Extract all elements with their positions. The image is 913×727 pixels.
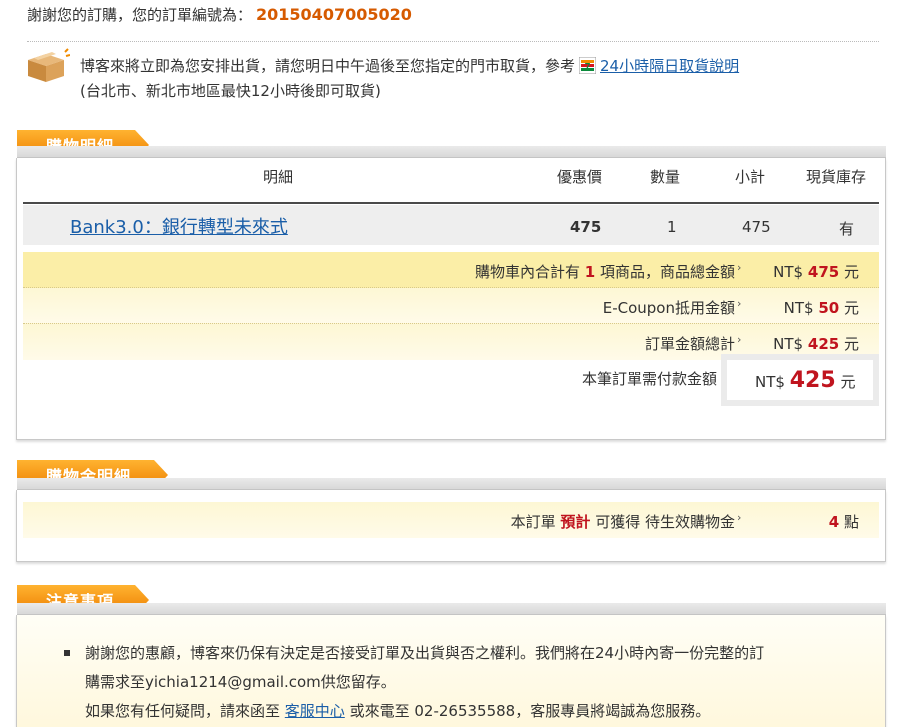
points-row: 本訂單 預計 可獲得 待生效購物金 › 4 點 bbox=[23, 502, 879, 538]
column-header-stock: 現貨庫存 bbox=[806, 168, 867, 186]
column-header-price: 優惠價 bbox=[557, 168, 603, 186]
section-rule bbox=[17, 603, 886, 615]
points-suffix: 可獲得 待生效購物金 bbox=[595, 513, 735, 531]
pay-unit: 元 bbox=[840, 373, 856, 391]
pay-currency: NT$ bbox=[755, 373, 785, 391]
coupon-amount: 50 bbox=[818, 299, 840, 317]
column-header-detail: 明細 bbox=[263, 168, 294, 186]
column-header-qty: 數量 bbox=[650, 168, 681, 186]
cart-unit: 元 bbox=[843, 263, 859, 281]
shipping-area-note: (台北市、新北市地區最快12小時後即可取貨) bbox=[80, 82, 381, 100]
table-row: Bank3.0：銀行轉型未來式 475 1 475 有 bbox=[23, 205, 879, 246]
note-line-2: 購需求至yichia1214@gmail.com供您留存。 bbox=[85, 673, 396, 691]
section-rule bbox=[17, 146, 886, 158]
points-amount: 4 bbox=[828, 513, 840, 531]
arrow-icon: › bbox=[737, 333, 742, 346]
note-line-3-prefix: 如果您有任何疑問，請來函至 bbox=[85, 702, 281, 720]
cart-amount: 475 bbox=[807, 263, 840, 281]
notes-list: 謝謝您的惠顧，博客來仍保有決定是否接受訂單及出貨與否之權利。我們將在24小時內寄… bbox=[64, 639, 865, 726]
pickup-info-link[interactable]: 24小時隔日取貨說明 bbox=[600, 57, 739, 75]
payment-due-box: NT$ 425 元 bbox=[721, 354, 879, 406]
coupon-currency: NT$ bbox=[783, 299, 814, 317]
purchase-detail-panel: 明細 優惠價 數量 小計 現貨庫存 Bank3.0：銀行轉型未來式 475 1 … bbox=[16, 158, 886, 440]
coupon-row: E-Coupon抵用金額 › NT$ 50 元 bbox=[23, 288, 879, 324]
customer-service-link[interactable]: 客服中心 bbox=[285, 702, 345, 720]
item-stock: 有 bbox=[839, 220, 855, 238]
svg-text:7: 7 bbox=[585, 62, 591, 73]
order-number: 20150407005020 bbox=[256, 5, 412, 24]
points-highlight: 預計 bbox=[560, 513, 591, 531]
arrow-icon: › bbox=[737, 297, 742, 310]
order-confirmation-header: 謝謝您的訂購，您的訂單編號為： 20150407005020 bbox=[27, 4, 412, 25]
coupon-label: E-Coupon抵用金額 bbox=[602, 299, 735, 317]
coupon-unit: 元 bbox=[843, 299, 859, 317]
order-total-label: 訂單金額總計 bbox=[644, 335, 735, 353]
cart-total-row: 購物車內合計有 1 項商品，商品總金額 › NT$ 475 元 bbox=[23, 252, 879, 288]
total-currency: NT$ bbox=[773, 335, 804, 353]
divider bbox=[27, 41, 879, 42]
thanks-text: 謝謝您的訂購，您的訂單編號為： bbox=[27, 6, 253, 24]
points-panel: 本訂單 預計 可獲得 待生效購物金 › 4 點 bbox=[16, 490, 886, 562]
cart-suffix: 項商品，商品總金額 bbox=[599, 263, 735, 281]
item-subtotal: 475 bbox=[742, 218, 771, 236]
cart-prefix: 購物車內合計有 bbox=[474, 263, 580, 281]
note-line-1: 謝謝您的惠顧，博客來仍保有決定是否接受訂單及出貨與否之權利。我們將在24小時內寄… bbox=[85, 644, 765, 662]
seven-eleven-icon: 7 bbox=[579, 57, 597, 74]
shipping-text: 博客來將立即為您安排出貨，請您明日中午過後至您指定的門市取貨，參考 bbox=[80, 57, 576, 75]
arrow-icon: › bbox=[737, 511, 742, 524]
cart-currency: NT$ bbox=[773, 263, 804, 281]
note-line-3-suffix: 或來電至 02-26535588，客服專員將竭誠為您服務。 bbox=[349, 702, 711, 720]
points-unit: 點 bbox=[843, 513, 859, 531]
column-header-subtotal: 小計 bbox=[735, 168, 766, 186]
notes-panel: 謝謝您的惠顧，博客來仍保有決定是否接受訂單及出貨與否之權利。我們將在24小時內寄… bbox=[16, 615, 886, 727]
cart-count: 1 bbox=[584, 263, 596, 281]
section-rule bbox=[17, 478, 886, 490]
pay-amount: 425 bbox=[789, 368, 836, 393]
item-qty: 1 bbox=[667, 218, 677, 236]
product-link[interactable]: Bank3.0：銀行轉型未來式 bbox=[70, 213, 288, 239]
bullet-icon bbox=[64, 650, 70, 656]
points-prefix: 本訂單 bbox=[510, 513, 556, 531]
total-amount: 425 bbox=[807, 335, 840, 353]
package-box-icon bbox=[28, 48, 70, 82]
shipping-notice: 博客來將立即為您安排出貨，請您明日中午過後至您指定的門市取貨，參考 7 24小時… bbox=[22, 46, 882, 104]
total-unit: 元 bbox=[843, 335, 859, 353]
payment-due-label: 本筆訂單需付款金額 bbox=[581, 370, 717, 388]
arrow-icon: › bbox=[737, 261, 742, 274]
item-price: 475 bbox=[570, 218, 602, 236]
header-rule bbox=[23, 202, 879, 204]
